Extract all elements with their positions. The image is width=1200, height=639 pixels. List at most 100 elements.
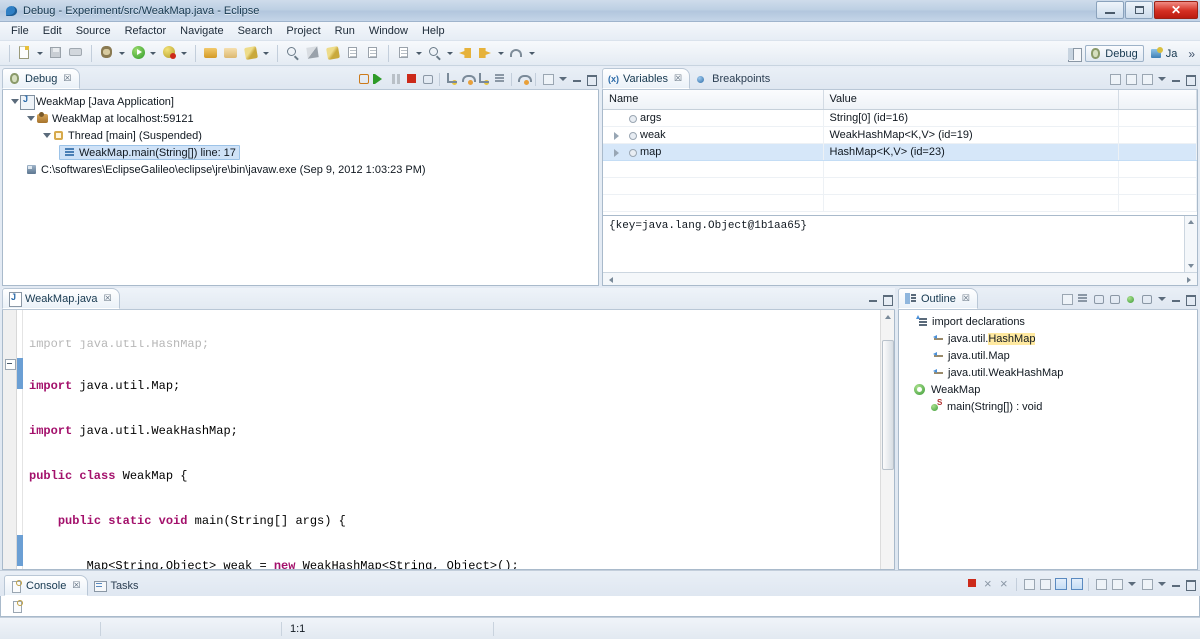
expander-icon[interactable] — [612, 130, 622, 140]
tab-outline[interactable]: Outline ☒ — [898, 288, 978, 309]
minimize-icon[interactable] — [1169, 577, 1182, 591]
tab-weakmap-java[interactable]: WeakMap.java ☒ — [2, 288, 120, 309]
menu-navigate[interactable]: Navigate — [173, 23, 230, 39]
editor-gutter[interactable] — [3, 310, 17, 569]
previous-annotation-icon[interactable] — [364, 44, 382, 62]
outline-item-import-weakhashmap[interactable]: java.util.WeakHashMap — [903, 364, 1197, 381]
menu-window[interactable]: Window — [362, 23, 415, 39]
forward-navigation-icon[interactable] — [477, 44, 495, 62]
perspective-debug[interactable]: Debug — [1085, 45, 1144, 62]
column-header-value[interactable]: Value — [823, 90, 1119, 110]
scroll-right-icon[interactable] — [1183, 274, 1195, 285]
tab-console[interactable]: Console ☒ — [4, 575, 89, 596]
column-header-name[interactable]: Name — [603, 90, 824, 110]
menu-run[interactable]: Run — [328, 23, 362, 39]
forward-dropdown-icon[interactable] — [496, 44, 505, 62]
maximize-icon[interactable] — [1183, 577, 1196, 591]
debug-tree-row-3[interactable]: WeakMap.main(String[]) line: 17 — [3, 144, 598, 161]
variable-detail-pane[interactable]: {key=java.lang.Object@1b1aa65} — [603, 215, 1197, 272]
menu-edit[interactable]: Edit — [36, 23, 69, 39]
terminate-icon[interactable] — [404, 71, 419, 87]
view-menu-icon[interactable] — [1155, 72, 1168, 86]
minimize-icon[interactable] — [866, 292, 879, 306]
collapse-all-icon[interactable] — [1139, 71, 1154, 87]
hide-local-types-icon[interactable] — [1139, 291, 1154, 307]
remove-all-terminated-icon[interactable] — [997, 576, 1012, 592]
suspend-icon[interactable] — [388, 71, 403, 87]
run-dropdown-icon[interactable] — [148, 44, 157, 62]
remove-all-terminated-icon[interactable] — [356, 71, 371, 87]
debug-dropdown-icon[interactable] — [117, 44, 126, 62]
outline-item-method-main[interactable]: main(String[]) : void — [903, 398, 1197, 415]
debug-tree-row-1[interactable]: WeakMap at localhost:59121 — [3, 110, 598, 127]
search-wand-icon[interactable] — [242, 44, 260, 62]
new-java-class-icon[interactable] — [304, 44, 322, 62]
sort-icon[interactable] — [1075, 291, 1090, 307]
open-type-icon[interactable] — [202, 44, 220, 62]
open-perspective-icon[interactable] — [1065, 45, 1083, 63]
new-wizard-dropdown-icon[interactable] — [35, 44, 44, 62]
menu-help[interactable]: Help — [415, 23, 452, 39]
drop-to-frame-icon[interactable] — [492, 71, 507, 87]
minimize-icon[interactable] — [1169, 292, 1182, 306]
outline-item-imports[interactable]: import declarations — [903, 313, 1197, 330]
menu-file[interactable]: File — [4, 23, 36, 39]
outline-item-class-weakmap[interactable]: WeakMap — [903, 381, 1197, 398]
menu-source[interactable]: Source — [69, 23, 118, 39]
expander-icon[interactable] — [612, 113, 622, 123]
remove-launch-icon[interactable] — [981, 576, 996, 592]
close-icon[interactable]: ☒ — [63, 73, 71, 84]
scroll-up-icon[interactable] — [881, 310, 894, 323]
external-tools-dropdown-icon[interactable] — [179, 44, 188, 62]
debug-tree-body[interactable]: WeakMap [Java Application] WeakMap at lo… — [2, 90, 599, 286]
maximize-icon[interactable] — [880, 292, 893, 306]
hide-fields-icon[interactable] — [1091, 291, 1106, 307]
menu-project[interactable]: Project — [279, 23, 327, 39]
close-icon[interactable]: ☒ — [962, 293, 970, 304]
variables-table-container[interactable]: Name Value args String[0] (id=16) weak W… — [603, 90, 1197, 215]
fold-collapse-icon[interactable] — [4, 358, 16, 370]
table-row[interactable]: map HashMap<K,V> (id=23) — [603, 143, 1197, 161]
expander-icon[interactable] — [612, 147, 622, 157]
show-type-names-icon[interactable] — [1107, 71, 1122, 87]
close-icon[interactable]: ☒ — [72, 580, 80, 591]
outline-item-import-hashmap[interactable]: java.util.HashMap — [903, 330, 1197, 347]
scroll-lock-icon[interactable] — [1037, 576, 1052, 592]
show-console-on-output-icon[interactable] — [1053, 576, 1068, 592]
minimize-button[interactable] — [1096, 1, 1124, 19]
menu-refactor[interactable]: Refactor — [118, 23, 174, 39]
scroll-left-icon[interactable] — [605, 274, 617, 285]
detail-vertical-scrollbar[interactable] — [1184, 216, 1197, 272]
perspective-more-icon[interactable]: » — [1185, 47, 1198, 61]
open-console-dropdown-icon[interactable] — [1155, 577, 1168, 591]
debug-tree-row-0[interactable]: WeakMap [Java Application] — [3, 93, 598, 110]
open-task-icon[interactable] — [222, 44, 240, 62]
maximize-icon[interactable] — [584, 72, 597, 86]
scrollbar-thumb[interactable] — [882, 340, 894, 470]
step-over-icon[interactable] — [460, 71, 476, 87]
focus-on-active-task-icon[interactable] — [1059, 291, 1074, 307]
maximize-button[interactable] — [1125, 1, 1153, 19]
undo-dropdown-icon[interactable] — [527, 44, 536, 62]
maximize-icon[interactable] — [1183, 292, 1196, 306]
expander-open-icon[interactable] — [9, 96, 20, 107]
selected-stack-frame[interactable]: WeakMap.main(String[]) line: 17 — [59, 145, 240, 160]
source-editor[interactable]: import java.util.HashMap; import java.ut… — [3, 310, 894, 569]
new-wizard-icon[interactable] — [16, 44, 34, 62]
close-button[interactable]: ✕ — [1154, 1, 1198, 19]
table-row[interactable]: weak WeakHashMap<K,V> (id=19) — [603, 126, 1197, 144]
search-history-dropdown-icon[interactable] — [445, 44, 454, 62]
new-annotation-icon[interactable] — [324, 44, 342, 62]
external-tools-icon[interactable] — [160, 44, 178, 62]
close-icon[interactable]: ☒ — [674, 73, 682, 84]
step-into-icon[interactable] — [444, 71, 459, 87]
column-header-blank[interactable] — [1118, 90, 1197, 110]
view-menu-icon[interactable] — [1155, 292, 1168, 306]
display-console-dropdown-icon[interactable] — [1125, 577, 1138, 591]
last-edit-location-icon[interactable] — [395, 44, 413, 62]
minimize-icon[interactable] — [1169, 72, 1182, 86]
view-menu-icon[interactable] — [556, 72, 569, 86]
print-icon[interactable] — [67, 44, 85, 62]
disconnect-icon[interactable] — [420, 71, 435, 87]
pin-console-icon[interactable] — [1093, 576, 1108, 592]
